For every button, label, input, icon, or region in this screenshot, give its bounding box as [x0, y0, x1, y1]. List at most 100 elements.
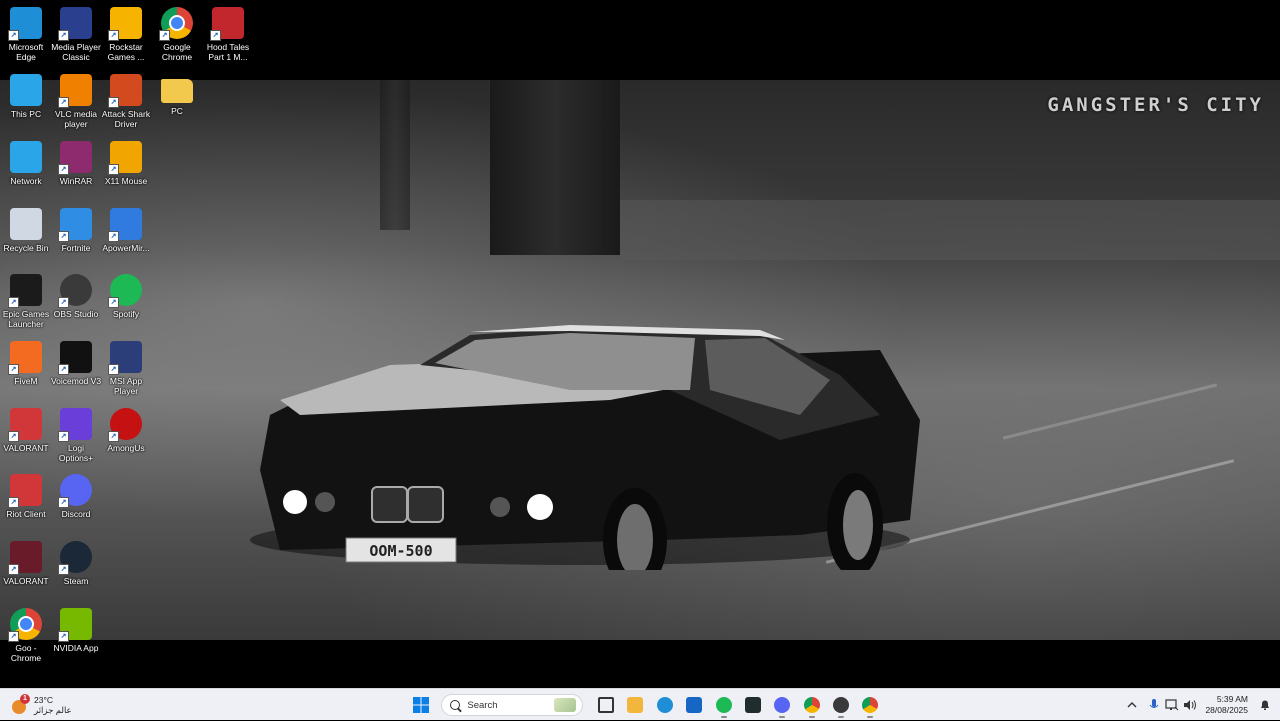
store-taskbar-button[interactable]	[681, 692, 707, 718]
license-plate-text: OOM-500	[369, 542, 433, 560]
discord-taskbar-button[interactable]	[769, 692, 795, 718]
desktop-icon[interactable]: ↗ Media Player Classic	[50, 2, 102, 62]
search-box[interactable]: Search	[441, 694, 584, 716]
obs-taskbar-button[interactable]	[828, 692, 854, 718]
msi-app-player-icon: ↗	[108, 341, 142, 375]
x11-mouse-icon: ↗	[108, 141, 142, 175]
watermark-text: GANGSTER'S CITY	[1047, 94, 1264, 116]
desktop-icon[interactable]: ↗ Epic Games Launcher	[0, 269, 52, 329]
chrome-icon	[803, 697, 820, 713]
desktop-icon[interactable]: ↗ VLC media player	[50, 69, 102, 129]
among-us-icon: ↗	[108, 408, 142, 442]
chevron-up-icon[interactable]	[1123, 696, 1141, 714]
desktop-icon[interactable]: ↗ OBS Studio	[50, 269, 102, 319]
desktop-icon[interactable]: ↗ Attack Shark Driver	[100, 69, 152, 129]
shortcut-arrow-icon: ↗	[108, 164, 119, 175]
desktop-icon[interactable]: ↗ Logi Options+	[50, 403, 102, 463]
desktop-icon[interactable]: ↗ Discord	[50, 469, 102, 519]
monitor-icon	[10, 74, 42, 106]
tree-trunk	[380, 80, 410, 230]
clock[interactable]: 5:39 AM 28/08/2025	[1205, 694, 1248, 716]
terminal-icon	[744, 697, 761, 713]
shortcut-arrow-icon: ↗	[8, 631, 19, 642]
shortcut-arrow-icon: ↗	[108, 231, 119, 242]
desktop-icon-label: Attack Shark Driver	[101, 109, 151, 129]
weather-widget[interactable]: 1 23°C عالم جزائر	[8, 692, 72, 718]
microphone-icon[interactable]	[1145, 696, 1163, 714]
shortcut-arrow-icon: ↗	[8, 297, 19, 308]
desktop-icon[interactable]: ↗ Steam	[50, 536, 102, 586]
desktop-icon-label: Recycle Bin	[3, 243, 49, 253]
network-status-icon[interactable]	[1163, 696, 1181, 714]
spotify-icon: ↗	[108, 274, 142, 308]
chrome-profile-icon	[862, 697, 879, 713]
desktop-icon-label: AmongUs	[107, 443, 145, 453]
shortcut-arrow-icon: ↗	[58, 297, 69, 308]
chrome-taskbar-button[interactable]	[799, 692, 825, 718]
desktop-icon[interactable]: ↗ VALORANT	[0, 536, 52, 586]
desktop-icon[interactable]: This PC	[0, 69, 52, 119]
shortcut-arrow-icon: ↗	[58, 231, 69, 242]
weather-sun-icon: 1	[8, 694, 30, 716]
shortcut-arrow-icon: ↗	[8, 431, 19, 442]
desktop-icon[interactable]: ↗ MSI App Player	[100, 336, 152, 396]
desktop-icon[interactable]: Recycle Bin	[0, 203, 52, 253]
desktop-icon[interactable]: ↗ Fortnite	[50, 203, 102, 253]
folder-icon	[627, 697, 644, 713]
desktop-icon[interactable]: ↗ Voicemod V3	[50, 336, 102, 386]
desktop-icon[interactable]: ↗ Riot Client	[0, 469, 52, 519]
desktop-icon[interactable]: ↗ Google Chrome	[151, 2, 203, 62]
vlc-cone-icon: ↗	[58, 74, 92, 108]
desktop-icon-label: Fortnite	[61, 243, 91, 253]
desktop-icon-label: Goo - Chrome	[10, 643, 42, 663]
volume-icon[interactable]	[1181, 696, 1199, 714]
desktop-icon-label: VALORANT	[3, 443, 49, 453]
nvidia-icon: ↗	[58, 608, 92, 642]
desktop-icon[interactable]: ↗ VALORANT	[0, 403, 52, 453]
shortcut-arrow-icon: ↗	[58, 431, 69, 442]
desktop-icon[interactable]: ↗ ApowerMir...	[100, 203, 152, 253]
desktop-icon[interactable]: PC	[151, 69, 203, 116]
voicemod-icon: ↗	[58, 341, 92, 375]
desktop-icon[interactable]: ↗ Rockstar Games ...	[100, 2, 152, 62]
recycle-bin-icon	[10, 208, 42, 240]
spotify-taskbar-button[interactable]	[711, 692, 737, 718]
desktop-icon[interactable]: ↗ Microsoft Edge	[0, 2, 52, 62]
desktop-icon[interactable]: Network	[0, 136, 52, 186]
desktop-icon[interactable]: ↗ WinRAR	[50, 136, 102, 186]
riot-fist-icon: ↗	[8, 408, 42, 442]
system-tray: 5:39 AM 28/08/2025	[1123, 689, 1280, 721]
desktop-icon[interactable]: ↗ FiveM	[0, 336, 52, 386]
chrome-profile-taskbar-button[interactable]	[857, 692, 883, 718]
logi-options-icon: ↗	[58, 408, 92, 442]
shortcut-arrow-icon: ↗	[8, 564, 19, 575]
search-placeholder: Search	[467, 699, 498, 711]
desktop-icon-label: Spotify	[113, 309, 139, 319]
taskbar: 1 23°C عالم جزائر Search 5:39 AM 28/08/2…	[0, 688, 1280, 720]
desktop-icon[interactable]: ↗ Goo - Chrome	[0, 603, 52, 663]
shortcut-arrow-icon: ↗	[58, 364, 69, 375]
desktop-icon[interactable]: ↗ AmongUs	[100, 403, 152, 453]
taskbar-apps: Search	[406, 691, 885, 719]
desktop-icon[interactable]: ↗ NVIDIA App	[50, 603, 102, 653]
store-icon	[686, 697, 703, 713]
tree-trunk	[490, 80, 620, 255]
shortcut-arrow-icon: ↗	[8, 30, 19, 41]
road-marking	[1002, 383, 1218, 440]
file-explorer-button[interactable]	[622, 692, 648, 718]
desktop-icon[interactable]: ↗ X11 Mouse	[100, 136, 152, 186]
windows-logo-icon	[412, 697, 429, 713]
desktop-icon-label: Google Chrome	[161, 42, 193, 62]
desktop-icon[interactable]: ↗ Spotify	[100, 269, 152, 319]
desktop-icon-label: Hood Tales Part 1 M...	[206, 42, 250, 62]
task-view-button[interactable]	[593, 692, 619, 718]
fivem-icon: ↗	[8, 341, 42, 375]
terminal-taskbar-button[interactable]	[740, 692, 766, 718]
desktop-icon-label: Epic Games Launcher	[2, 309, 50, 329]
desktop-icon[interactable]: ↗ Hood Tales Part 1 M...	[202, 2, 254, 62]
task-view-icon	[598, 697, 615, 713]
car-image	[250, 325, 920, 570]
notification-bell-icon[interactable]	[1256, 696, 1274, 714]
start-button[interactable]	[408, 692, 434, 718]
edge-taskbar-button[interactable]	[652, 692, 678, 718]
